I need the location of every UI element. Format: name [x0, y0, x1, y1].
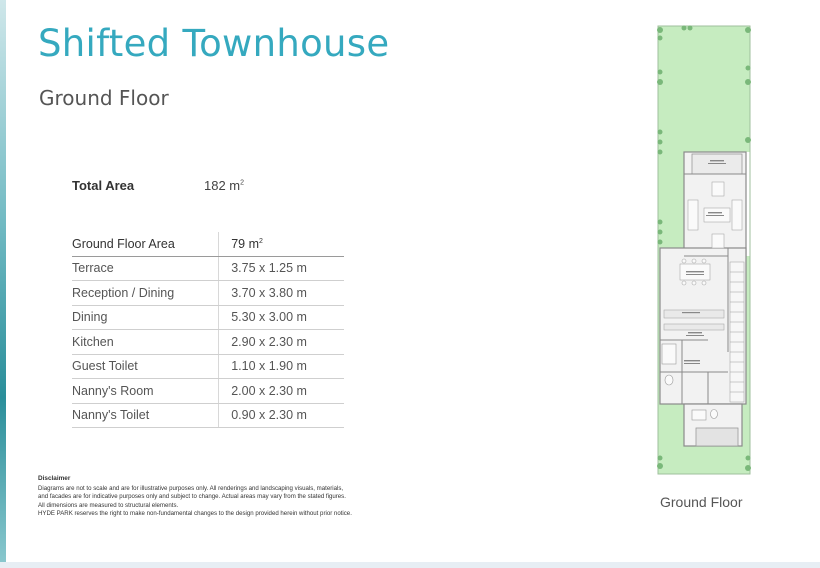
disclaimer-heading: Disclaimer — [38, 475, 71, 482]
disclaimer-line: HYDE PARK reserves the right to make non… — [38, 509, 352, 517]
page-subtitle: Ground Floor — [39, 86, 169, 110]
room-size: 3.75 x 1.25 m — [218, 256, 344, 281]
table-header-row: Ground Floor Area 79 m2 — [72, 232, 344, 257]
floor-plan-caption: Ground Floor — [660, 494, 743, 510]
total-area-value: 182 m2 — [204, 178, 244, 193]
page-title: Shifted Townhouse — [38, 22, 390, 65]
room-name: Guest Toilet — [72, 354, 219, 379]
front-garden — [658, 26, 750, 152]
disclaimer-line: and facades are for indicative purposes … — [38, 493, 346, 501]
room-size: 2.90 x 2.30 m — [218, 329, 344, 355]
bottom-edge-strip — [0, 562, 820, 568]
disclaimer-line: Diagrams are not to scale and are for il… — [38, 485, 344, 493]
room-size: 3.70 x 3.80 m — [218, 280, 344, 306]
room-size: 0.90 x 2.30 m — [218, 403, 344, 428]
floor-plan-drawing — [657, 25, 751, 475]
room-area-table: Ground Floor Area 79 m2 Terrace 3.75 x 1.… — [72, 232, 344, 428]
room-name: Nanny's Room — [72, 378, 219, 404]
left-edge-strip — [0, 0, 6, 568]
room-size: 2.00 x 2.30 m — [218, 378, 344, 404]
room-size: 1.10 x 1.90 m — [218, 354, 344, 379]
room-name: Terrace — [72, 256, 219, 281]
table-row: Nanny's Room 2.00 x 2.30 m — [72, 378, 344, 404]
room-name: Nanny's Toilet — [72, 403, 219, 428]
ground-floor-area-unit-sup: 2 — [259, 237, 263, 245]
total-area-unit-sup: 2 — [240, 179, 245, 187]
total-area-number: 182 m — [204, 178, 241, 193]
table-row: Terrace 3.75 x 1.25 m — [72, 256, 344, 281]
room-name: Reception / Dining — [72, 280, 219, 306]
room-name: Dining — [72, 305, 219, 330]
ground-floor-area-label: Ground Floor Area — [72, 232, 219, 257]
table-row: Guest Toilet 1.10 x 1.90 m — [72, 354, 344, 379]
disclaimer-line: All dimensions are measured to structura… — [38, 501, 179, 509]
table-row: Kitchen 2.90 x 2.30 m — [72, 329, 344, 355]
total-area-label: Total Area — [72, 178, 135, 193]
room-size: 5.30 x 3.00 m — [218, 305, 344, 330]
staircase — [729, 261, 745, 403]
table-row: Dining 5.30 x 3.00 m — [72, 305, 344, 330]
ground-floor-area-number: 79 m — [231, 236, 259, 251]
terrace-area — [695, 427, 739, 447]
room-name: Kitchen — [72, 329, 219, 355]
table-row: Nanny's Toilet 0.90 x 2.30 m — [72, 403, 344, 428]
ground-floor-area-value: 79 m2 — [218, 232, 344, 257]
table-row: Reception / Dining 3.70 x 3.80 m — [72, 280, 344, 306]
disclaimer: Disclaimer Diagrams are not to scale and… — [38, 475, 448, 518]
